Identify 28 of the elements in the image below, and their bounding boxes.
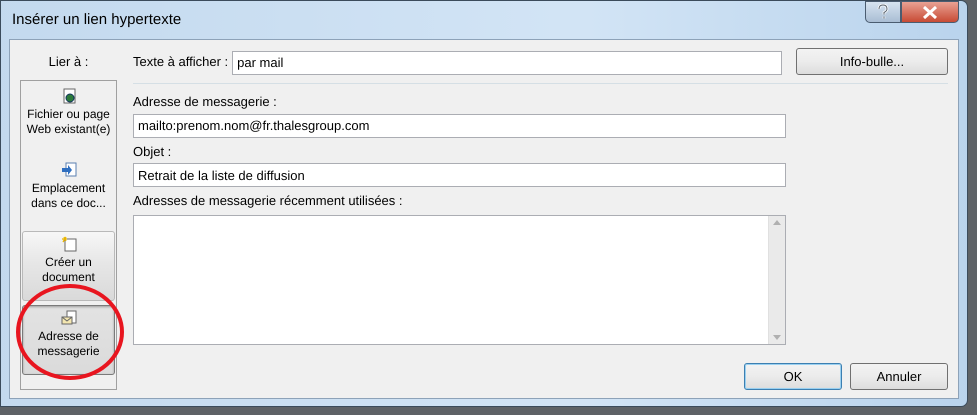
link-type-button[interactable]: Créer un document: [22, 230, 115, 300]
help-button[interactable]: [865, 1, 901, 23]
scroll-up-icon[interactable]: [773, 220, 781, 224]
section-label: Lier à :: [48, 53, 90, 71]
field-label: Adresse de messagerie :: [133, 93, 278, 111]
field-label: Objet :: [133, 142, 172, 161]
tooltip-button[interactable]: Info-bulle...: [796, 48, 948, 75]
link-type-button[interactable]: Adresse de messagerie: [22, 304, 115, 374]
document-globe-icon: [60, 88, 76, 104]
link-type-button[interactable]: Emplacement dans ce doc...: [22, 156, 115, 226]
text-field[interactable]: par mail: [232, 50, 782, 74]
scrollbar[interactable]: [768, 216, 785, 344]
email-field[interactable]: mailto:prenom.nom@fr.thalesgroup.com: [133, 114, 786, 138]
new-document-icon: [60, 236, 76, 252]
link-type-button[interactable]: Fichier ou page Web existant(e): [22, 82, 115, 152]
dialog-button[interactable]: Annuler: [850, 363, 948, 390]
window-title: Insérer un lien hypertexte: [11, 10, 182, 30]
close-button[interactable]: [901, 1, 959, 23]
help-icon: [877, 4, 889, 20]
address-list[interactable]: [133, 214, 786, 344]
envelope-document-icon: [60, 310, 76, 326]
dialog-button[interactable]: OK: [744, 363, 842, 390]
subject-field[interactable]: Retrait de la liste de diffusion: [133, 163, 786, 187]
close-icon: [922, 6, 938, 18]
scroll-down-icon[interactable]: [773, 334, 781, 340]
document-arrow-icon: [60, 162, 76, 178]
field-label: Texte à afficher :: [133, 52, 228, 71]
field-label: Adresses de messagerie récemment utilisées :: [133, 192, 404, 210]
